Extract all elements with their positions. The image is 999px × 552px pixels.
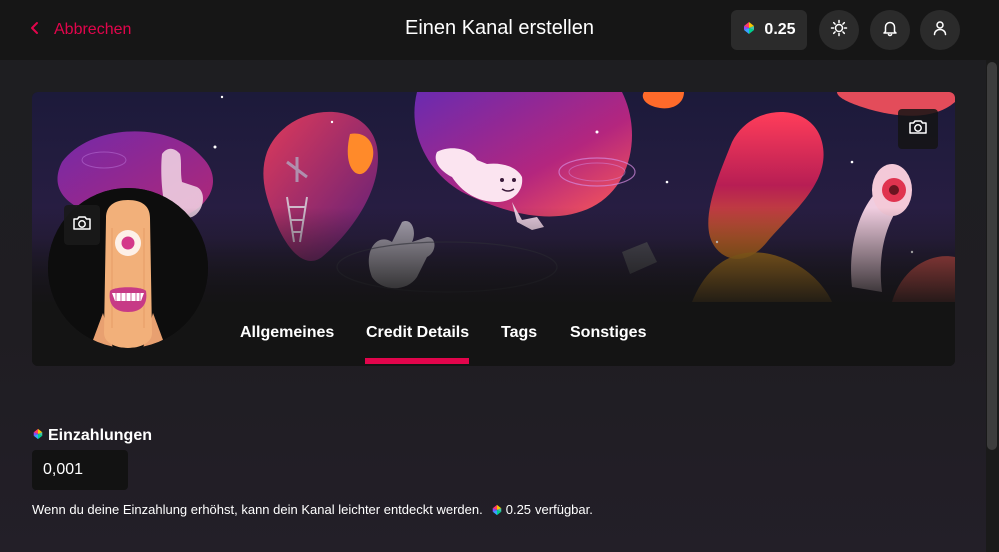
available-amount: 0.25 [505, 502, 532, 517]
edit-avatar-button[interactable] [64, 205, 100, 245]
tab-tags[interactable]: Tags [501, 324, 537, 342]
deposit-label: Einzahlungen [32, 427, 152, 445]
notifications-button[interactable] [870, 10, 910, 50]
sun-icon [830, 19, 848, 42]
tab-credit-details[interactable]: Credit Details [366, 324, 469, 342]
theme-toggle-button[interactable] [819, 10, 859, 50]
lbc-credit-icon [491, 504, 503, 516]
active-tab-indicator [365, 358, 469, 364]
deposit-input[interactable] [32, 450, 128, 490]
tab-sonstiges[interactable]: Sonstiges [570, 324, 646, 342]
tab-allgemeines[interactable]: Allgemeines [240, 324, 334, 342]
edit-cover-button[interactable] [898, 109, 938, 149]
lbc-credit-icon [742, 21, 756, 40]
deposit-help-text: Wenn du deine Einzahlung erhöhst, kann d… [32, 502, 593, 517]
deposit-help-message: Wenn du deine Einzahlung erhöhst, kann d… [32, 502, 483, 517]
camera-icon [72, 214, 92, 237]
available-suffix: verfügbar. [535, 502, 593, 517]
user-icon [931, 19, 949, 42]
bell-icon [881, 19, 899, 42]
credits-balance: 0.25 [764, 21, 796, 38]
lbc-credit-icon [32, 427, 44, 445]
camera-icon [908, 118, 928, 141]
credits-balance-button[interactable]: 0.25 [731, 10, 807, 50]
scrollbar-thumb[interactable] [987, 62, 997, 450]
deposit-label-text: Einzahlungen [48, 427, 152, 444]
account-button[interactable] [920, 10, 960, 50]
